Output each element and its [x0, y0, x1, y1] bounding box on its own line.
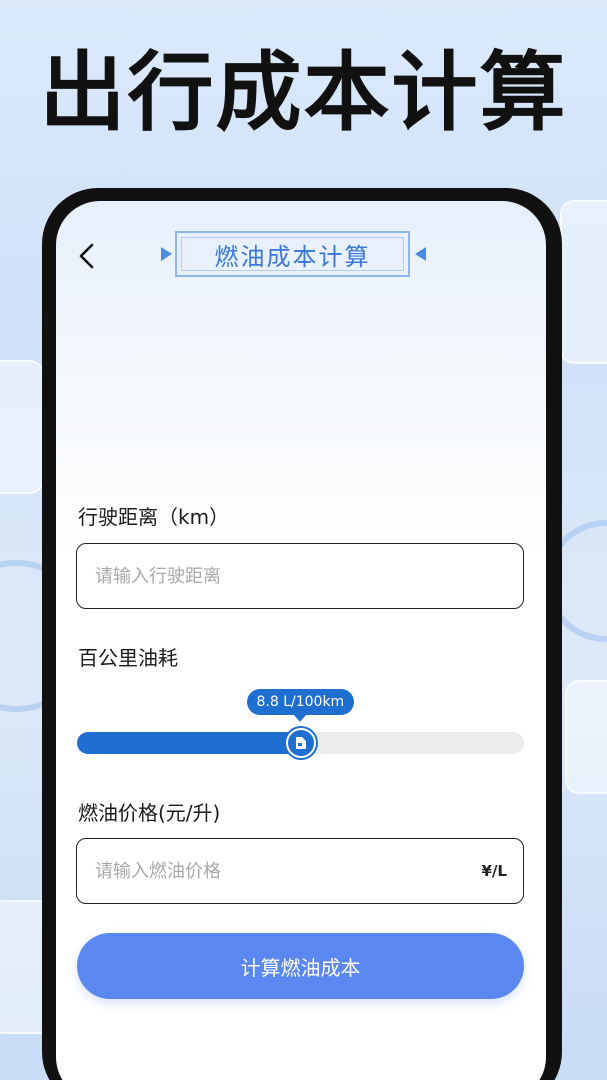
app-canvas: 出行成本计算 燃油成本计算 行驶距离（km） 百公里油耗 — [0, 0, 607, 1080]
distance-input[interactable] — [93, 564, 507, 588]
consumption-slider[interactable] — [77, 728, 524, 758]
phone-screen: 燃油成本计算 行驶距离（km） 百公里油耗 8.8 L/100km — [56, 201, 546, 1080]
consumption-value-tooltip: 8.8 L/100km — [246, 689, 355, 722]
background-card — [565, 680, 607, 794]
title-frame: 燃油成本计算 — [175, 231, 410, 277]
slider-thumb[interactable] — [285, 728, 316, 758]
distance-label: 行驶距离（km） — [78, 505, 230, 529]
fuel-price-field[interactable]: ¥/L — [76, 838, 524, 904]
background-card — [560, 200, 607, 364]
chevron-left-icon — [79, 243, 94, 269]
background-card — [0, 360, 44, 494]
nav-title: 燃油成本计算 — [161, 225, 426, 285]
calculate-button[interactable]: 计算燃油成本 — [77, 933, 524, 999]
fuel-pump-icon — [295, 737, 306, 749]
page-headline: 出行成本计算 — [39, 43, 568, 143]
fuel-price-unit: ¥/L — [481, 862, 507, 880]
nav-title-text: 燃油成本计算 — [214, 242, 371, 271]
title-ornament-right — [415, 247, 426, 261]
phone-frame: 燃油成本计算 行驶距离（km） 百公里油耗 8.8 L/100km — [42, 188, 562, 1080]
fuel-price-input[interactable] — [93, 859, 482, 883]
consumption-label: 百公里油耗 — [78, 646, 178, 670]
slider-fill — [77, 732, 301, 754]
title-ornament-left — [161, 247, 172, 261]
fuel-price-label: 燃油价格(元/升) — [78, 801, 221, 825]
back-button[interactable] — [72, 241, 102, 271]
distance-field[interactable] — [76, 543, 524, 609]
